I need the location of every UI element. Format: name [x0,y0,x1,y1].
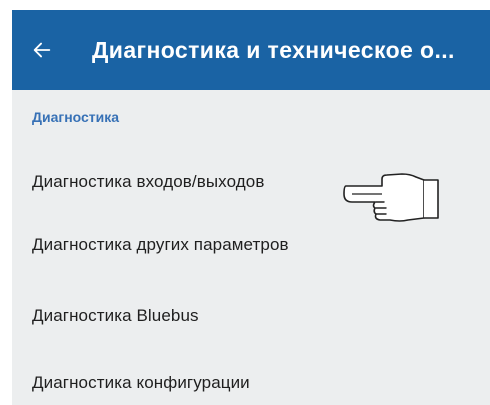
menu-item-configuration[interactable]: Диагностика конфигурации [12,357,490,405]
menu-item-label: Диагностика других параметров [32,235,289,254]
page-title: Диагностика и техническое о... [92,36,455,63]
app-bar: Диагностика и техническое о... [12,10,490,90]
menu-item-bluebus[interactable]: Диагностика Bluebus [12,290,490,342]
arrow-left-icon [33,42,51,58]
menu-item-label: Диагностика конфигурации [32,373,250,392]
section-header: Диагностика [32,109,120,125]
back-button[interactable] [16,24,68,76]
app-screen: Диагностика и техническое о... Диагности… [12,10,490,405]
menu-item-label: Диагностика Bluebus [32,306,199,325]
menu-item-label: Диагностика входов/выходов [32,172,265,191]
pointing-hand-icon [343,173,439,222]
menu-item-other-parameters[interactable]: Диагностика других параметров [12,219,490,271]
